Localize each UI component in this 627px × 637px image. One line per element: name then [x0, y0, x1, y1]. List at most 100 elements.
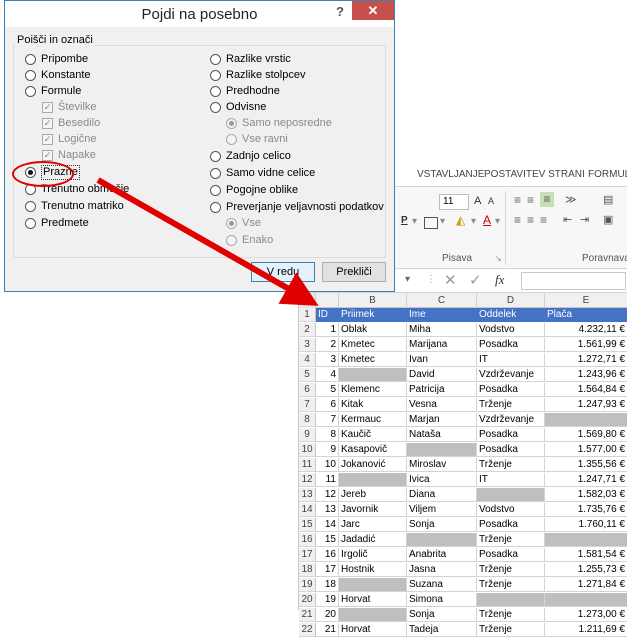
radio-button[interactable]: [210, 151, 221, 162]
table-cell[interactable]: Miroslav: [407, 458, 477, 473]
table-cell[interactable]: 21: [316, 623, 339, 637]
radio-button[interactable]: [210, 168, 221, 179]
shrink-font-button[interactable]: A: [488, 196, 494, 206]
dialog-launcher-icon[interactable]: ↘: [495, 254, 502, 263]
align-middle-icon[interactable]: ≡: [527, 193, 534, 207]
table-cell[interactable]: 1.561,99 €: [545, 338, 627, 353]
column-header-e[interactable]: E: [545, 293, 627, 308]
grow-font-button[interactable]: A: [474, 195, 481, 207]
table-cell[interactable]: Jasna: [407, 563, 477, 578]
table-cell[interactable]: 11: [316, 473, 339, 488]
table-cell[interactable]: David: [407, 368, 477, 383]
table-cell[interactable]: Vodstvo: [477, 503, 545, 518]
row-header[interactable]: 14: [299, 503, 316, 518]
blank-cell[interactable]: [407, 533, 477, 548]
table-cell[interactable]: Diana: [407, 488, 477, 503]
align-center-icon[interactable]: ≡: [527, 213, 534, 227]
chevron-down-icon[interactable]: ▾: [412, 216, 417, 227]
table-cell[interactable]: 19: [316, 593, 339, 608]
table-cell[interactable]: 3: [316, 353, 339, 368]
checkbox-checked-icon[interactable]: ✓: [42, 134, 53, 145]
tab-formule[interactable]: FORMUL: [588, 169, 627, 180]
table-cell[interactable]: Trženje: [477, 563, 545, 578]
row-header[interactable]: 17: [299, 548, 316, 563]
table-cell[interactable]: Suzana: [407, 578, 477, 593]
table-cell[interactable]: 1.273,00 €: [545, 608, 627, 623]
table-cell[interactable]: Vesna: [407, 398, 477, 413]
table-cell[interactable]: Kaučič: [339, 428, 407, 443]
table-cell[interactable]: Marijana: [407, 338, 477, 353]
borders-icon[interactable]: [424, 217, 438, 229]
table-cell[interactable]: Jarc: [339, 518, 407, 533]
row-header[interactable]: 22: [299, 623, 316, 637]
table-cell[interactable]: Vzdrževanje: [477, 413, 545, 428]
header-cell[interactable]: Oddelek: [477, 308, 545, 323]
row-header[interactable]: 8: [299, 413, 316, 428]
table-cell[interactable]: Tadeja: [407, 623, 477, 637]
underline-icon[interactable]: P: [401, 215, 408, 226]
row-header[interactable]: 15: [299, 518, 316, 533]
table-cell[interactable]: 8: [316, 428, 339, 443]
table-cell[interactable]: 1.355,56 €: [545, 458, 627, 473]
table-cell[interactable]: 7: [316, 413, 339, 428]
table-cell[interactable]: 6: [316, 398, 339, 413]
radio-button[interactable]: [25, 218, 36, 229]
header-cell[interactable]: Ime: [407, 308, 477, 323]
radio-button[interactable]: [25, 86, 36, 97]
row-header[interactable]: 1: [299, 308, 316, 323]
row-header[interactable]: 19: [299, 578, 316, 593]
radio-button[interactable]: [210, 54, 221, 65]
table-cell[interactable]: Vzdrževanje: [477, 368, 545, 383]
table-cell[interactable]: Posadka: [477, 383, 545, 398]
radio-button[interactable]: [226, 134, 237, 145]
table-cell[interactable]: 12: [316, 488, 339, 503]
table-cell[interactable]: 1.247,93 €: [545, 398, 627, 413]
table-cell[interactable]: Oblak: [339, 323, 407, 338]
table-cell[interactable]: Sonja: [407, 608, 477, 623]
align-bottom-icon[interactable]: ≡: [540, 192, 554, 207]
table-cell[interactable]: Trženje: [477, 533, 545, 548]
table-cell[interactable]: Trženje: [477, 398, 545, 413]
row-header[interactable]: 2: [299, 323, 316, 338]
table-cell[interactable]: Anabrita: [407, 548, 477, 563]
header-cell[interactable]: ID: [316, 308, 339, 323]
table-cell[interactable]: Posadka: [477, 428, 545, 443]
table-cell[interactable]: Kmetec: [339, 338, 407, 353]
orientation-icon[interactable]: ≫: [565, 193, 577, 206]
table-cell[interactable]: Ivan: [407, 353, 477, 368]
close-button[interactable]: ✕: [352, 1, 394, 20]
table-cell[interactable]: 1.569,80 €: [545, 428, 627, 443]
table-cell[interactable]: 5: [316, 383, 339, 398]
tab-vstavljanje[interactable]: VSTAVLJANJE: [417, 169, 484, 180]
chevron-down-icon[interactable]: ▾: [495, 216, 500, 227]
chevron-down-icon[interactable]: ▾: [471, 216, 476, 227]
row-header[interactable]: 12: [299, 473, 316, 488]
table-cell[interactable]: Trženje: [477, 623, 545, 637]
table-cell[interactable]: Klemenc: [339, 383, 407, 398]
help-button[interactable]: ?: [336, 4, 344, 19]
blank-cell[interactable]: [477, 593, 545, 608]
table-cell[interactable]: Javornik: [339, 503, 407, 518]
cancel-button[interactable]: Prekliči: [322, 262, 386, 282]
radio-button[interactable]: [25, 54, 36, 65]
table-cell[interactable]: 4.232,11 €: [545, 323, 627, 338]
table-cell[interactable]: 1.272,71 €: [545, 353, 627, 368]
radio-button[interactable]: [210, 102, 221, 113]
table-cell[interactable]: Vodstvo: [477, 323, 545, 338]
radio-button[interactable]: [210, 202, 221, 213]
column-header-d[interactable]: D: [477, 293, 545, 308]
chevron-down-icon[interactable]: ▾: [440, 216, 445, 227]
checkbox-checked-icon[interactable]: ✓: [42, 102, 53, 113]
blank-cell[interactable]: [545, 413, 627, 428]
radio-button[interactable]: [25, 201, 36, 212]
row-header[interactable]: 10: [299, 443, 316, 458]
table-cell[interactable]: Posadka: [477, 548, 545, 563]
table-cell[interactable]: Posadka: [477, 338, 545, 353]
table-cell[interactable]: Marjan: [407, 413, 477, 428]
fx-icon[interactable]: fx: [495, 272, 504, 288]
radio-button[interactable]: [210, 70, 221, 81]
font-size-box[interactable]: 11: [439, 194, 469, 210]
checkbox-checked-icon[interactable]: ✓: [42, 150, 53, 161]
align-top-icon[interactable]: ≡: [514, 193, 521, 207]
radio-button-selected[interactable]: [226, 218, 237, 229]
